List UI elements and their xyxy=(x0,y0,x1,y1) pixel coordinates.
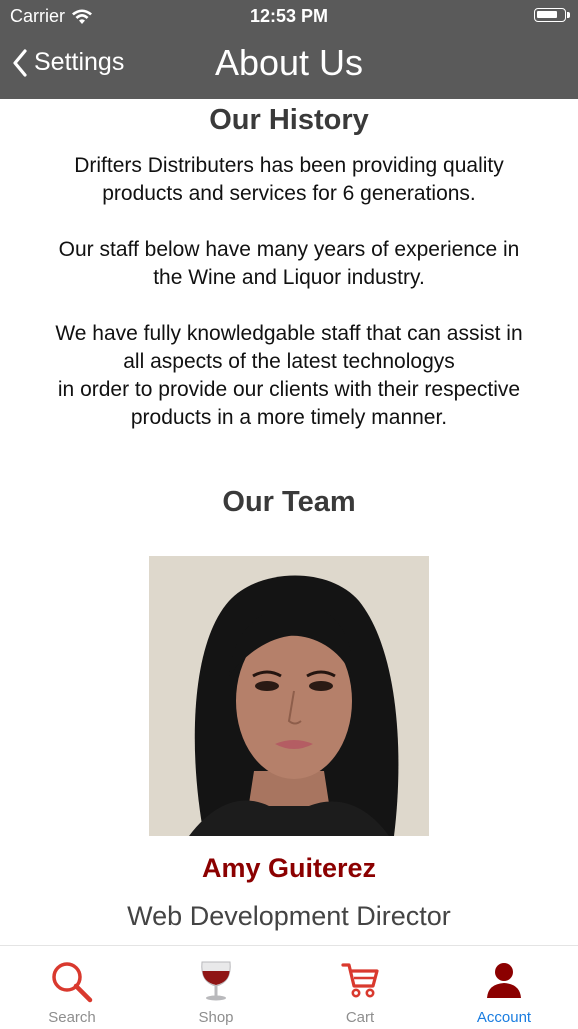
team-member-role: Web Development Director xyxy=(127,901,451,931)
team-heading: Our Team xyxy=(222,486,356,518)
tab-account[interactable]: Account xyxy=(432,946,576,1029)
tab-bar: Search Shop Cart Account xyxy=(0,945,578,1029)
history-line: the Wine and Liquor industry. xyxy=(153,266,425,289)
history-heading: Our History xyxy=(209,104,369,136)
status-time: 12:53 PM xyxy=(249,6,329,26)
tab-label: Account xyxy=(476,1009,532,1026)
history-line: We have fully knowledgable staff that ca… xyxy=(55,322,523,345)
page-title: About Us xyxy=(214,42,364,83)
search-icon xyxy=(52,962,93,1003)
account-icon xyxy=(487,963,521,998)
history-line: products and services for 6 generations. xyxy=(102,182,476,205)
about-content[interactable]: Our History Drifters Distributers has be… xyxy=(0,99,578,945)
history-paragraph-2: Our staff below have many years of exper… xyxy=(0,236,578,292)
history-line: in order to provide our clients with the… xyxy=(57,378,521,401)
history-line: Our staff below have many years of exper… xyxy=(58,238,520,261)
status-bar: Carrier 12:53 PM xyxy=(0,0,578,32)
tab-label: Search xyxy=(48,1009,96,1026)
cart-icon xyxy=(341,963,379,998)
tab-shop[interactable]: Shop xyxy=(144,946,288,1029)
team-member-photo xyxy=(149,556,429,836)
team-member-name: Amy Guiterez xyxy=(201,853,377,883)
history-paragraph-3: We have fully knowledgable staff that ca… xyxy=(0,320,578,432)
tab-search[interactable]: Search xyxy=(0,946,144,1029)
tab-label: Cart xyxy=(345,1009,375,1026)
navigation-bar: Settings About Us xyxy=(0,32,578,99)
wine-glass-icon xyxy=(201,961,231,1001)
battery-icon xyxy=(534,8,570,22)
history-line: all aspects of the latest technologys xyxy=(123,350,455,373)
tab-cart[interactable]: Cart xyxy=(288,946,432,1029)
history-paragraph-1: Drifters Distributers has been providing… xyxy=(0,152,578,208)
history-line: products in a more timely manner. xyxy=(130,406,448,429)
tab-label: Shop xyxy=(198,1009,234,1026)
history-line: Drifters Distributers has been providing… xyxy=(74,154,504,177)
